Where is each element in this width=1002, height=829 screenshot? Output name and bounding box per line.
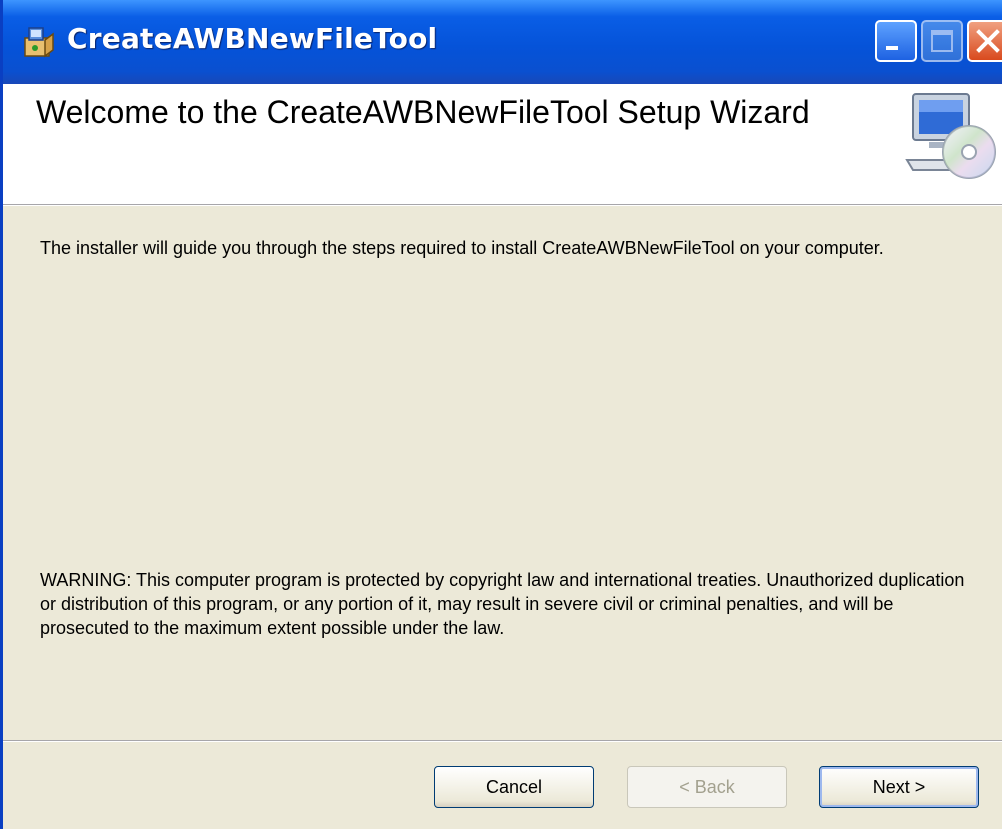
intro-text: The installer will guide you through the… (40, 238, 884, 258)
footer-divider-highlight (3, 741, 1002, 742)
page-title: Welcome to the CreateAWBNewFileTool Setu… (36, 94, 810, 130)
minimize-button[interactable] (875, 20, 917, 62)
header-divider-highlight (3, 205, 1002, 206)
installer-icon (24, 27, 54, 58)
window-title: CreateAWBNewFileTool (67, 22, 438, 55)
computer-cd-icon (905, 93, 996, 179)
title-bar[interactable]: CreateAWBNewFileTool (3, 0, 1002, 84)
next-button[interactable]: Next > (819, 766, 979, 808)
minimize-icon (886, 46, 898, 50)
copyright-warning-text: WARNING: This computer program is protec… (40, 570, 965, 638)
close-button[interactable] (967, 20, 1002, 62)
maximize-icon (931, 30, 953, 52)
cancel-button[interactable]: Cancel (434, 766, 594, 808)
setup-wizard-window: CreateAWBNewFileTool Welcome to the Crea… (0, 0, 1002, 829)
back-button: < Back (627, 766, 787, 808)
maximize-button (921, 20, 963, 62)
close-icon (976, 29, 1000, 53)
